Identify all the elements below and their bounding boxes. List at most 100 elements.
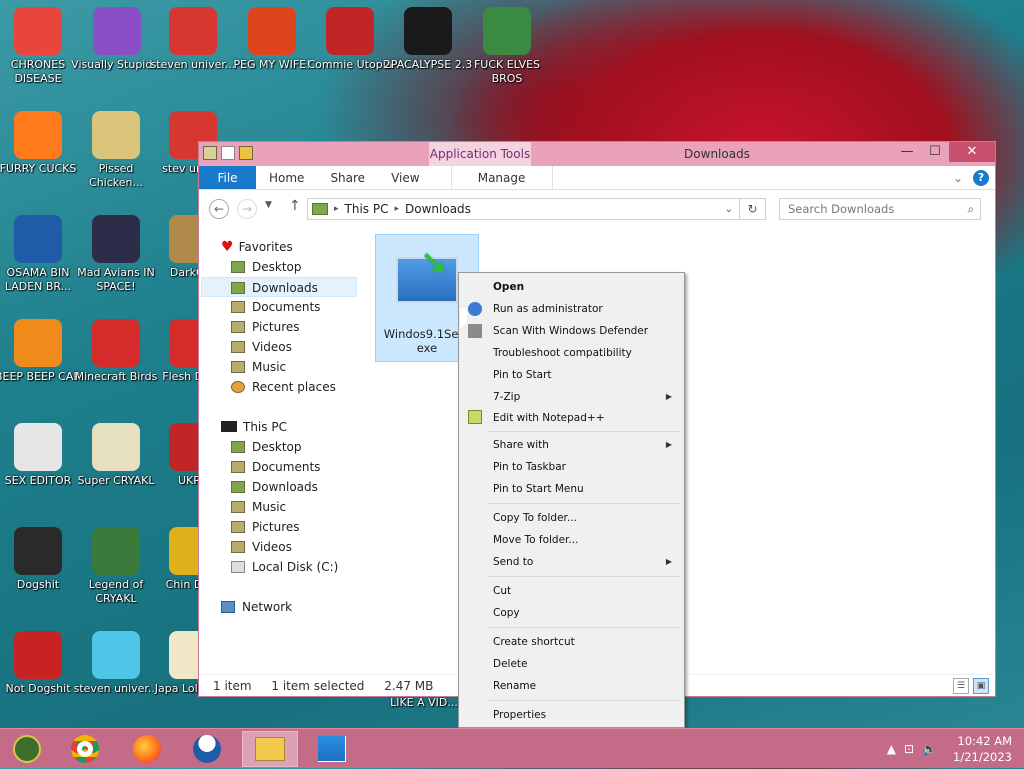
menu-share-with[interactable]: Share with: [493, 435, 549, 455]
tab-home[interactable]: Home: [256, 166, 317, 189]
commie-icon: [326, 7, 374, 55]
menu-move-to-folder[interactable]: Move To folder...: [493, 530, 578, 550]
taskbar-start-app[interactable]: [0, 731, 54, 767]
breadcrumb-this-pc[interactable]: This PC: [345, 202, 389, 216]
generic-app-icon: [13, 735, 41, 763]
nav-label: Music: [252, 360, 287, 374]
address-bar[interactable]: ▸ This PC ▸ Downloads ⌄: [307, 198, 740, 220]
tab-file[interactable]: File: [199, 166, 256, 189]
breadcrumb-sep-icon: ▸: [394, 204, 400, 214]
taskbar-firefox[interactable]: [120, 731, 174, 767]
menu-send-to[interactable]: Send to: [493, 552, 533, 572]
recent-locations-icon[interactable]: ▼: [265, 200, 272, 210]
menu-open[interactable]: Open: [493, 277, 524, 297]
dev-cpp-icon: [14, 631, 62, 679]
menu-delete[interactable]: Delete: [493, 654, 528, 674]
menu-troubleshoot[interactable]: Troubleshoot compatibility: [493, 343, 632, 363]
nav-label: Documents: [252, 460, 321, 474]
show-hidden-icons-icon[interactable]: ▲: [887, 742, 896, 756]
tab-manage[interactable]: Manage: [450, 166, 553, 189]
nav-pc-documents[interactable]: Documents: [231, 457, 320, 477]
menu-separator: [489, 431, 680, 432]
ribbon-tabs: File Home Share View Manage ⌄ ?: [199, 166, 995, 190]
back-button[interactable]: ←: [209, 199, 229, 219]
menu-scan-defender[interactable]: Scan With Windows Defender: [493, 321, 648, 341]
forward-button[interactable]: →: [237, 199, 257, 219]
nav-fav-music[interactable]: Music: [231, 357, 286, 377]
menu-rename[interactable]: Rename: [493, 676, 536, 696]
taskbar-file-explorer[interactable]: [242, 731, 298, 767]
chrome-icon: [14, 7, 62, 55]
nav-network[interactable]: Network: [221, 597, 292, 617]
firefox-icon: [14, 111, 62, 159]
expand-ribbon-icon[interactable]: ⌄: [953, 171, 963, 185]
nav-pc-music[interactable]: Music: [231, 497, 286, 517]
system-tray: ▲ ⊡ 🔈 10:42 AM 1/21/2023: [887, 729, 1012, 769]
date: 1/21/2023: [953, 750, 1012, 764]
menu-separator: [489, 503, 680, 504]
recent-places-icon: [231, 381, 245, 393]
videos-icon: [231, 541, 245, 553]
menu-properties[interactable]: Properties: [493, 705, 546, 725]
nav-pc-pictures[interactable]: Pictures: [231, 517, 300, 537]
network-icon[interactable]: ⊡: [904, 742, 914, 756]
help-icon[interactable]: ?: [973, 170, 989, 186]
angry-birds-space-icon: [92, 215, 140, 263]
nav-this-pc[interactable]: This PC: [221, 417, 287, 437]
minimize-button[interactable]: —: [893, 142, 921, 162]
nav-fav-downloads[interactable]: Downloads: [201, 277, 357, 297]
details-view-icon[interactable]: ☰: [953, 678, 969, 694]
obama-logo-icon: [14, 215, 62, 263]
nav-pc-videos[interactable]: Videos: [231, 537, 292, 557]
refresh-button[interactable]: ↻: [740, 198, 766, 220]
clock[interactable]: 10:42 AM 1/21/2023: [953, 733, 1012, 765]
nav-fav-desktop[interactable]: Desktop: [231, 257, 302, 277]
pc-folder-icon: [312, 203, 328, 215]
nav-fav-recent[interactable]: Recent places: [231, 377, 336, 397]
desktop-icon: [231, 261, 245, 273]
menu-7zip[interactable]: 7-Zip: [493, 387, 673, 407]
desktop-icon-6[interactable]: FUCK ELVES BROS: [461, 7, 553, 86]
nav-favorites[interactable]: ♥ Favorites: [221, 237, 293, 257]
submenu-arrow-icon: ▶: [665, 557, 672, 566]
address-dropdown-icon[interactable]: ⌄: [725, 204, 733, 215]
menu-pin-to-start[interactable]: Pin to Start: [493, 365, 552, 385]
music-icon: [231, 361, 245, 373]
menu-pin-start-menu[interactable]: Pin to Start Menu: [493, 479, 584, 499]
nav-fav-videos[interactable]: Videos: [231, 337, 292, 357]
menu-pin-taskbar[interactable]: Pin to Taskbar: [493, 457, 566, 477]
menu-run-as-admin[interactable]: Run as administrator: [493, 299, 603, 319]
taskbar-windows[interactable]: [304, 731, 360, 767]
menu-notepad[interactable]: Edit with Notepad++: [493, 408, 605, 428]
nav-fav-pictures[interactable]: Pictures: [231, 317, 300, 337]
menu-create-shortcut[interactable]: Create shortcut: [493, 632, 575, 652]
taskbar-chrome[interactable]: [58, 731, 112, 767]
taskbar: ▲ ⊡ 🔈 10:42 AM 1/21/2023: [0, 728, 1024, 768]
up-arrow-icon[interactable]: ↑: [289, 198, 301, 214]
tab-share[interactable]: Share: [317, 166, 378, 189]
nav-pc-desktop[interactable]: Desktop: [231, 437, 302, 457]
large-icons-view-icon[interactable]: ▣: [973, 678, 989, 694]
pixel-dog-icon: [92, 423, 140, 471]
search-input[interactable]: Search Downloads ⌕: [779, 198, 981, 220]
windows-logo-icon: [318, 736, 346, 762]
menu-copy-to-folder[interactable]: Copy To folder...: [493, 508, 577, 528]
nav-pc-disk[interactable]: Local Disk (C:): [231, 557, 338, 577]
nav-label: Recent places: [252, 380, 336, 394]
music-icon: [231, 501, 245, 513]
menu-copy[interactable]: Copy: [493, 603, 520, 623]
breadcrumb-downloads[interactable]: Downloads: [405, 202, 471, 216]
terminal-icon: [404, 7, 452, 55]
maximize-button[interactable]: ☐: [921, 142, 949, 162]
volume-icon[interactable]: 🔈: [922, 742, 937, 756]
installer-icon: ➘: [396, 243, 458, 303]
title-bar[interactable]: Application Tools Downloads — ☐ ✕: [199, 142, 995, 166]
close-button[interactable]: ✕: [949, 142, 995, 162]
menu-separator: [489, 576, 680, 577]
taskbar-obama-app[interactable]: [180, 731, 234, 767]
menu-cut[interactable]: Cut: [493, 581, 511, 601]
tab-view[interactable]: View: [378, 166, 432, 189]
chrome-icon: [71, 735, 99, 763]
nav-fav-documents[interactable]: Documents: [231, 297, 320, 317]
nav-pc-downloads[interactable]: Downloads: [231, 477, 318, 497]
